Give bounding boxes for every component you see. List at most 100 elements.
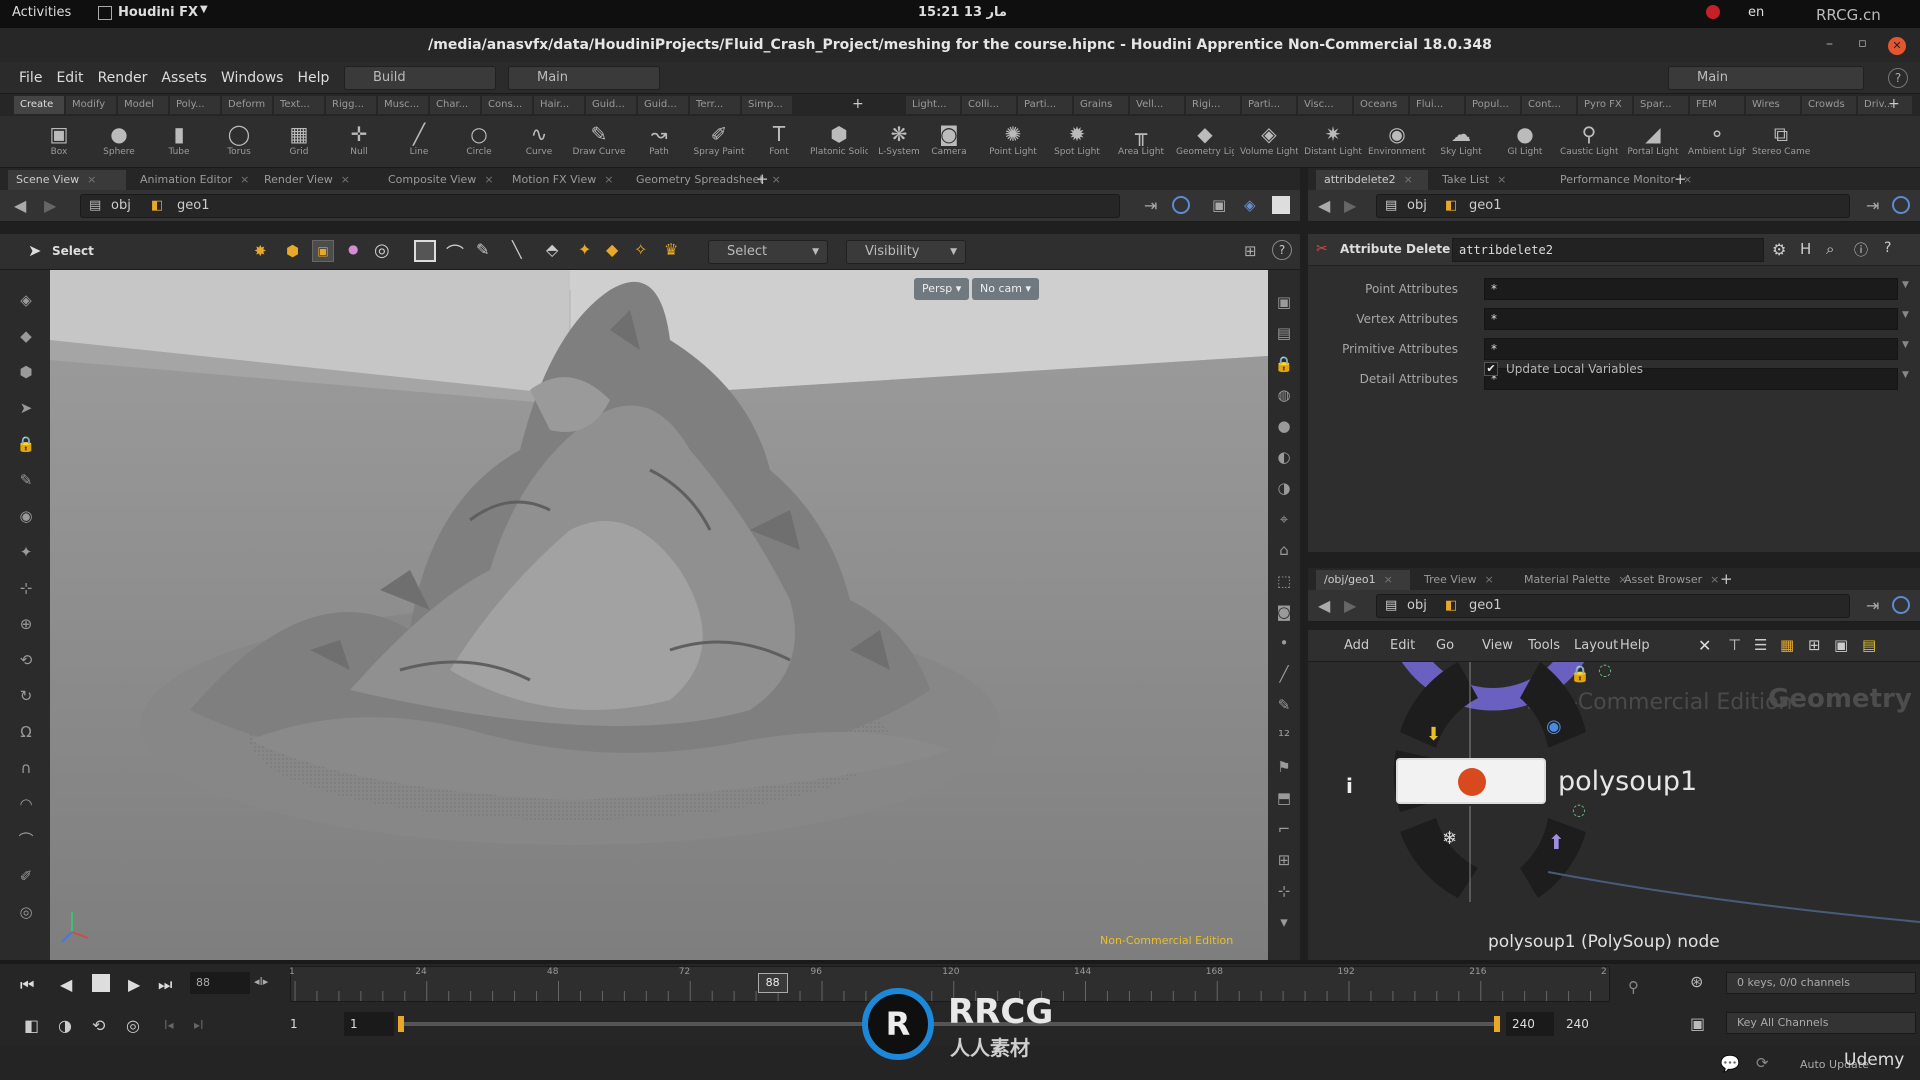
tool-null[interactable]: ✛ Null	[330, 116, 388, 168]
snap-icon[interactable]: ⊹	[14, 576, 38, 600]
select-geometry-icon[interactable]: ⬢	[286, 242, 299, 260]
param-dropdown-icon[interactable]: ▼	[1902, 370, 1909, 380]
list-view-icon[interactable]: ☰	[1754, 636, 1767, 654]
add-shelf-icon[interactable]: +	[852, 96, 864, 112]
tool-light-geometry-light[interactable]: ◆Geometry Light	[1176, 116, 1234, 168]
tool-box[interactable]: ▣ Box	[30, 116, 88, 168]
info-icon[interactable]: ⓘ	[1854, 240, 1868, 260]
tool-light-gi-light[interactable]: ● GI Light	[1496, 116, 1554, 168]
net-menu-layout[interactable]: Layout	[1574, 638, 1618, 653]
tab-right-bottom-3[interactable]: Asset Browser ×	[1616, 570, 1719, 590]
handle-icon[interactable]: ◈	[14, 288, 38, 312]
node-info-icon[interactable]: i	[1346, 774, 1353, 798]
vp-pin-icon[interactable]: ⌖	[1272, 507, 1296, 531]
3d-viewport[interactable]: Persp ▾ No cam ▾ Non-Commercial Edition	[50, 270, 1268, 960]
network-path-field[interactable]: ▤ obj ◧ geo1	[1376, 594, 1850, 618]
close-tab-icon[interactable]: ×	[484, 173, 493, 186]
net-link-icon[interactable]	[1892, 596, 1910, 614]
vp-point-light-icon[interactable]: ◑	[1272, 476, 1296, 500]
tab-left-add-icon[interactable]: +	[756, 170, 769, 188]
stop-icon[interactable]	[92, 974, 110, 992]
menu-file[interactable]: File	[12, 62, 49, 94]
viewport-help-icon[interactable]: ?	[1272, 240, 1292, 260]
rotate-icon[interactable]: ↻	[14, 684, 38, 708]
select-arrow-icon[interactable]: ➤	[14, 396, 38, 420]
current-frame-marker[interactable]: 88	[757, 973, 788, 993]
tab-right-bottom-0[interactable]: /obj/geo1 ×	[1316, 570, 1410, 590]
vp-stamp-icon[interactable]: ⬒	[1272, 786, 1296, 810]
tab-right-top-1[interactable]: Take List ×	[1434, 170, 1546, 190]
tool-tube[interactable]: ▮ Tube	[150, 116, 208, 168]
end-frame-field[interactable]: 240	[1560, 1012, 1610, 1036]
vp-down-icon[interactable]: ▾	[1272, 910, 1296, 934]
net-menu-go[interactable]: Go	[1436, 638, 1454, 653]
tool-path[interactable]: ↝ Path	[630, 116, 688, 168]
language-selector[interactable]: en	[1748, 5, 1764, 20]
tab-left-1[interactable]: Animation Editor ×	[132, 170, 250, 190]
net-pin-icon[interactable]: ⇥	[1866, 596, 1879, 615]
net-back-arrow-icon[interactable]: ◀	[1318, 596, 1330, 615]
jump-end-icon[interactable]: ⏭	[158, 975, 172, 995]
shading-icon[interactable]: ◈	[1244, 196, 1256, 214]
shelf-tab-right-17[interactable]: Driv...	[1858, 96, 1912, 114]
visibility-dropdown[interactable]: Visibility ▼	[846, 240, 966, 264]
select-primitives-icon[interactable]: ▣	[312, 240, 334, 262]
display-flag-arrow-icon[interactable]: ⬇	[1426, 724, 1441, 745]
polysoup-node[interactable]	[1396, 758, 1546, 804]
brush-icon[interactable]: ✎	[14, 468, 38, 492]
bypass-arrow-icon[interactable]: ⬆	[1548, 830, 1565, 854]
tab-left-2[interactable]: Render View ×	[256, 170, 374, 190]
desktop-main-dropdown[interactable]: Main	[508, 66, 660, 90]
close-tab-icon[interactable]: ×	[1485, 573, 1494, 586]
tool-line[interactable]: ╱ Line	[390, 116, 448, 168]
close-tab-icon[interactable]: ×	[1384, 573, 1393, 586]
tumble-icon[interactable]: ⬢	[14, 360, 38, 384]
shelf-tab-right-13[interactable]: Spar...	[1634, 96, 1688, 114]
desktop-build-dropdown[interactable]: Build	[344, 66, 496, 90]
select-visible-icon[interactable]: ✧	[634, 240, 647, 259]
shelf-tab-8[interactable]: Char...	[430, 96, 480, 114]
shelf-tab-2[interactable]: Model	[118, 96, 168, 114]
sticky-note-icon[interactable]: ▤	[1862, 636, 1876, 654]
select-mode-dropdown[interactable]: Select ▼	[708, 240, 828, 264]
shelf-tab-14[interactable]: Simp...	[742, 96, 792, 114]
help-icon[interactable]: ?	[1888, 68, 1908, 88]
audio-icon[interactable]: ◑	[58, 1016, 72, 1035]
shelf-tab-right-1[interactable]: Colli...	[962, 96, 1016, 114]
tool-light-caustic-light[interactable]: ⚲ Caustic Light	[1560, 116, 1618, 168]
close-tab-icon[interactable]: ×	[1404, 173, 1413, 186]
net-path-obj[interactable]: obj	[1407, 595, 1427, 617]
background-toggle-icon[interactable]	[1272, 196, 1290, 214]
vp-brush-icon[interactable]: ✎	[1272, 693, 1296, 717]
tool-light-area-light[interactable]: ╥ Area Light	[1112, 116, 1170, 168]
param-dropdown-icon[interactable]: ▼	[1902, 280, 1909, 290]
select-connected-icon[interactable]: ✦	[578, 240, 591, 259]
prev-key-icon[interactable]: I◂	[164, 1018, 174, 1032]
transform-icon[interactable]: ◎	[374, 240, 390, 261]
global-animation-options-icon[interactable]: ◎	[126, 1016, 140, 1035]
vp-pen-icon[interactable]: ╱	[1272, 662, 1296, 686]
tool-light-volume-light[interactable]: ◈ Volume Light	[1240, 116, 1298, 168]
wrench-icon[interactable]: ✕	[1698, 636, 1711, 655]
node-help-icon[interactable]: ?	[1884, 240, 1891, 256]
param-field[interactable]: *	[1484, 278, 1898, 300]
frame-field[interactable]: 88	[190, 972, 250, 994]
shelf-tab-0[interactable]: Create	[14, 96, 64, 114]
shelf-tab-right-2[interactable]: Parti...	[1018, 96, 1072, 114]
close-tab-icon[interactable]: ×	[341, 173, 350, 186]
shelf-tab-right-15[interactable]: Wires	[1746, 96, 1800, 114]
tool-curve[interactable]: ∿ Curve	[510, 116, 568, 168]
menu-assets[interactable]: Assets	[154, 62, 214, 94]
close-tab-icon[interactable]: ×	[772, 173, 781, 186]
view-icon[interactable]: ◆	[14, 324, 38, 348]
tool-light-distant-light[interactable]: ✷ Distant Light	[1304, 116, 1362, 168]
thumbnail-icon[interactable]: ▣	[1834, 636, 1848, 654]
param-path-field[interactable]: ▤ obj ◧ geo1	[1376, 194, 1850, 218]
shelf-tab-1[interactable]: Modify	[66, 96, 116, 114]
tool-torus[interactable]: ◯ Torus	[210, 116, 268, 168]
shelf-tab-right-14[interactable]: FEM	[1690, 96, 1744, 114]
tab-left-0[interactable]: Scene View ×	[8, 170, 126, 190]
jump-start-icon[interactable]: ⏮	[20, 975, 34, 995]
node-name-field[interactable]: attribdelete2	[1452, 238, 1764, 262]
param-pin-icon[interactable]: ⇥	[1866, 196, 1879, 215]
